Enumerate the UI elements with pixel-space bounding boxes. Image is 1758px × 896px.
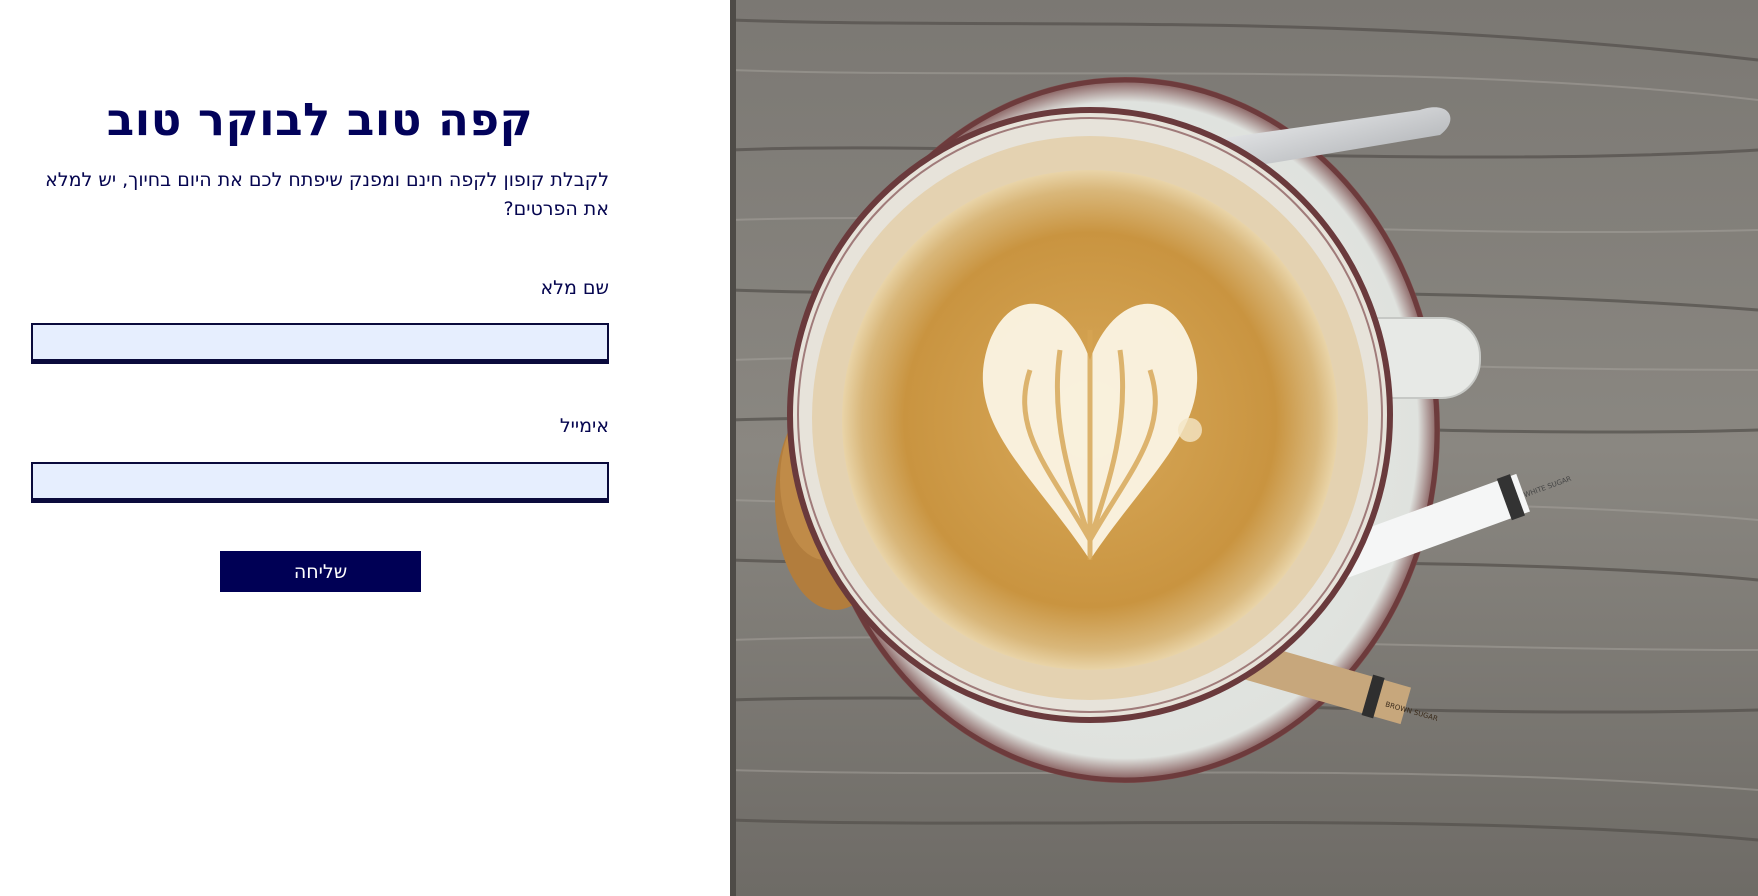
coupon-form-panel: קפה טוב לבוקר טוב לקבלת קופון לקפה חינם … <box>0 0 730 896</box>
page-subtitle: לקבלת קופון לקפה חינם ומפנק שיפתח לכם את… <box>45 169 609 220</box>
page-title: קפה טוב לבוקר טוב <box>106 93 534 146</box>
full-name-input[interactable] <box>31 323 609 364</box>
coffee-photo: WHITE SUGAR BROWN SUGAR <box>730 0 1758 896</box>
full-name-label: שם מלא <box>540 277 609 299</box>
email-label: אימייל <box>559 415 609 437</box>
coffee-cup-image: WHITE SUGAR BROWN SUGAR <box>730 0 1758 896</box>
coupon-page: קפה טוב לבוקר טוב לקבלת קופון לקפה חינם … <box>0 0 1758 896</box>
submit-button[interactable]: שליחה <box>220 551 421 592</box>
email-input[interactable] <box>31 462 609 503</box>
